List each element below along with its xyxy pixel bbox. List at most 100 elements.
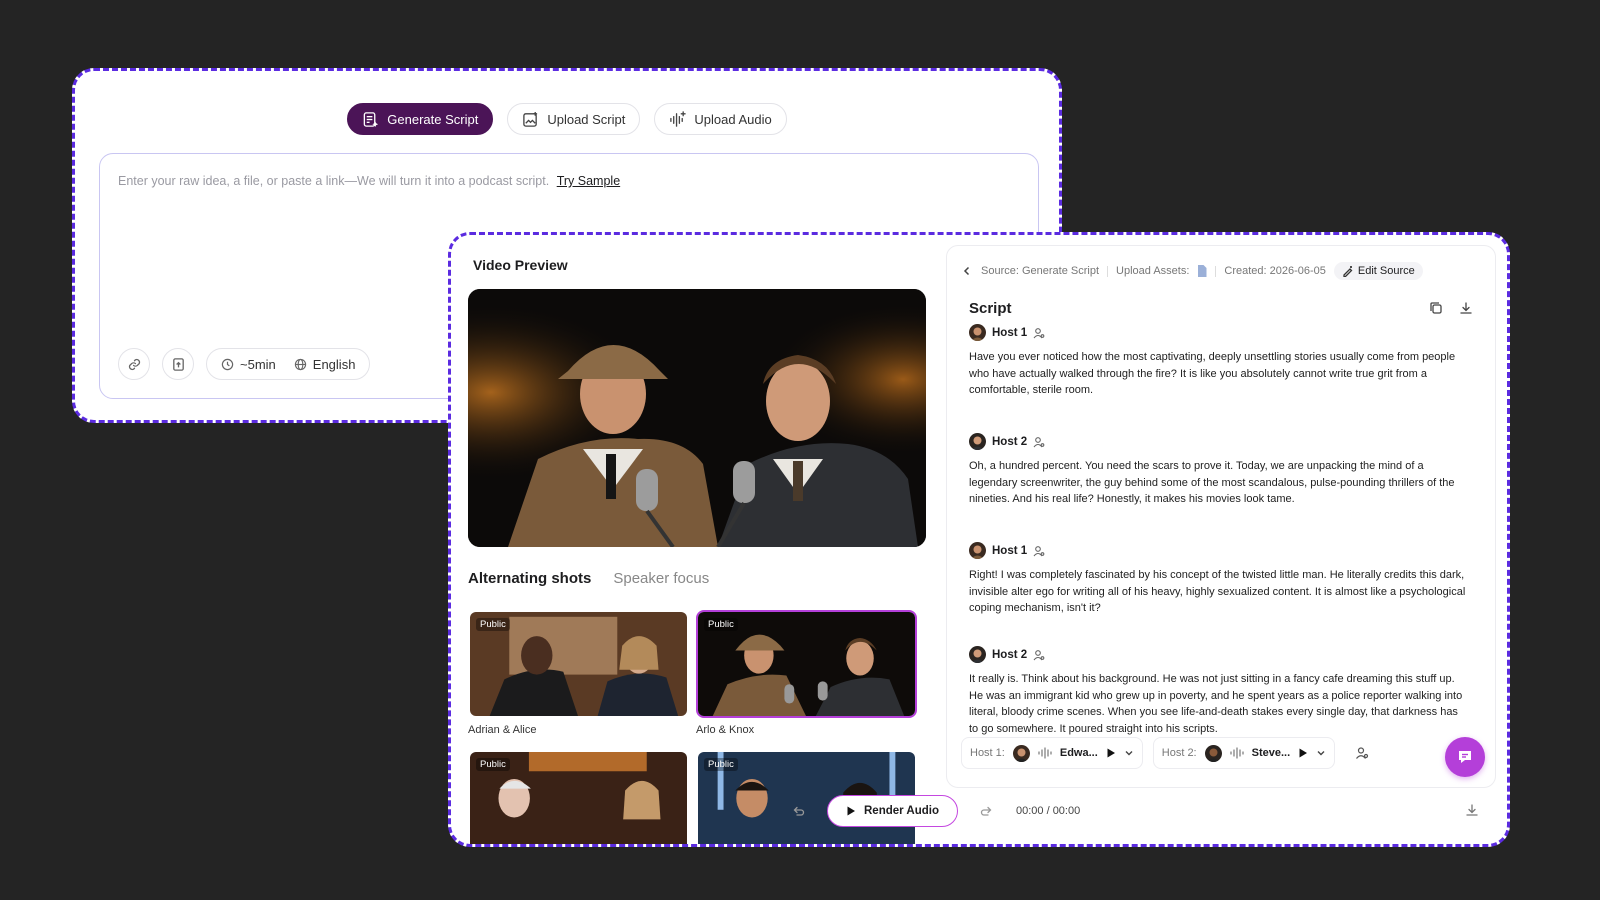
- download-audio-icon[interactable]: [1465, 803, 1479, 817]
- idea-tools: ~5min English: [118, 348, 371, 380]
- turn-text: Have you ever noticed how the most capti…: [969, 351, 1456, 396]
- play-icon[interactable]: [1298, 748, 1308, 758]
- person-settings-icon[interactable]: [1033, 327, 1045, 339]
- visibility-badge: Public: [704, 758, 738, 771]
- download-icon[interactable]: [1459, 301, 1473, 315]
- globe-icon: [294, 358, 306, 370]
- thumbnail-adrian-alice[interactable]: Public Adrian & Alice: [468, 610, 689, 736]
- waveform-icon: [1038, 747, 1052, 759]
- script-turn[interactable]: Host 1 Have you ever noticed how the mos…: [969, 324, 1469, 399]
- mode-tabs: Generate Script Upload Script Upload Aud…: [75, 103, 1059, 135]
- script-title: Script: [969, 300, 1012, 317]
- tab-speaker-focus[interactable]: Speaker focus: [613, 570, 709, 587]
- script-turn[interactable]: Host 2 It really is. Think about his bac…: [969, 646, 1469, 737]
- voice-name: Edwa...: [1059, 747, 1098, 759]
- host-label: Host 1:: [970, 747, 1005, 759]
- person-settings-icon[interactable]: [1033, 649, 1045, 661]
- tab-upload-audio[interactable]: Upload Audio: [654, 103, 787, 135]
- undo-icon[interactable]: [791, 804, 805, 818]
- chevron-down-icon[interactable]: [1316, 748, 1326, 758]
- host-avatar-image: [1204, 744, 1222, 762]
- turn-header: Host 1: [969, 324, 1469, 341]
- tab-alternating-shots[interactable]: Alternating shots: [468, 570, 591, 587]
- person-settings-icon[interactable]: [1033, 545, 1045, 557]
- turn-text: It really is. Think about his background…: [969, 673, 1463, 735]
- host-name: Host 2: [992, 435, 1028, 448]
- audio-player-bar: Render Audio 00:00 / 00:00: [791, 795, 1080, 827]
- voice-name: Steve...: [1251, 747, 1291, 759]
- thumbnail-arlo-knox[interactable]: Public Arlo & Knox: [696, 610, 917, 736]
- host-avatar: [969, 433, 986, 450]
- upload-file-button[interactable]: [162, 348, 194, 380]
- edit-source-button[interactable]: Edit Source: [1333, 262, 1423, 280]
- visibility-badge: Public: [704, 618, 738, 631]
- try-sample-link[interactable]: Try Sample: [557, 174, 620, 188]
- turn-text: Right! I was completely fascinated by hi…: [969, 569, 1466, 614]
- chevron-down-icon[interactable]: [1124, 748, 1134, 758]
- chat-assistant-button[interactable]: [1445, 737, 1485, 777]
- duration-value: ~5min: [240, 356, 276, 372]
- visibility-badge: Public: [476, 618, 510, 631]
- tab-label: Upload Audio: [694, 111, 772, 127]
- script-turn[interactable]: Host 2 Oh, a hundred percent. You need t…: [969, 433, 1469, 508]
- options-pill: ~5min English: [206, 348, 371, 380]
- person-swap-icon[interactable]: [1355, 746, 1369, 760]
- turn-header: Host 2: [969, 433, 1469, 450]
- document-icon[interactable]: [1197, 265, 1207, 277]
- divider: [1107, 265, 1109, 277]
- copy-icon[interactable]: [1429, 301, 1443, 315]
- script-actions: [1429, 301, 1473, 315]
- tab-generate-script[interactable]: Generate Script: [347, 103, 494, 135]
- podcast-hosts-image: [468, 289, 926, 547]
- time-separator: /: [1046, 805, 1050, 817]
- host2-voice-selector[interactable]: Host 2: Steve...: [1152, 737, 1336, 769]
- video-preview-frame[interactable]: [468, 289, 926, 547]
- host-avatar-image: [969, 433, 986, 450]
- chevron-left-icon[interactable]: [961, 265, 973, 277]
- waveform-icon: [1230, 747, 1244, 759]
- host-name: Host 2: [992, 648, 1028, 661]
- clock-icon: [221, 358, 234, 370]
- host-avatar-image: [969, 542, 986, 559]
- thumbnail-image: Public: [696, 610, 917, 718]
- idea-input-placeholder: Enter your raw idea, a file, or paste a …: [118, 174, 620, 188]
- edit-source-label: Edit Source: [1357, 265, 1415, 277]
- language-value: English: [312, 356, 356, 372]
- thumbnail-third[interactable]: Public: [468, 750, 689, 844]
- host-avatar: [969, 646, 986, 663]
- script-card: Source: Generate Script Upload Assets: C…: [946, 245, 1496, 788]
- visibility-badge: Public: [476, 758, 510, 771]
- attach-link-button[interactable]: [118, 348, 150, 380]
- chat-icon: [1459, 751, 1471, 763]
- video-editor-panel: Video Preview Alternating shots Speaker …: [448, 232, 1510, 847]
- person-settings-icon[interactable]: [1033, 436, 1045, 448]
- redo-icon[interactable]: [980, 804, 994, 818]
- render-audio-button[interactable]: Render Audio: [827, 795, 958, 827]
- turn-header: Host 1: [969, 542, 1469, 559]
- placeholder-text: Enter your raw idea, a file, or paste a …: [118, 174, 550, 188]
- divider: [1215, 265, 1217, 277]
- host-name: Host 1: [992, 326, 1028, 339]
- tab-label: Upload Script: [547, 111, 626, 127]
- host-avatar: [969, 542, 986, 559]
- host-name: Host 1: [992, 544, 1028, 557]
- host-avatar: [969, 324, 986, 341]
- link-icon: [128, 358, 140, 370]
- language-selector[interactable]: English: [294, 356, 356, 372]
- play-icon: [847, 806, 855, 816]
- tab-upload-script[interactable]: Upload Script: [507, 103, 641, 135]
- time-display: 00:00 / 00:00: [1016, 805, 1080, 817]
- host-label: Host 2:: [1161, 747, 1197, 759]
- waveform-icon: [670, 110, 687, 127]
- play-icon[interactable]: [1106, 748, 1116, 758]
- host1-voice-selector[interactable]: Host 1: Edwa...: [961, 737, 1143, 769]
- thumbnail-image: Public: [468, 610, 689, 718]
- duration-selector[interactable]: ~5min: [221, 357, 276, 372]
- video-preview-title: Video Preview: [473, 257, 568, 273]
- thumbnail-caption: Adrian & Alice: [468, 724, 537, 736]
- thumbnail-caption: Arlo & Knox: [696, 724, 755, 736]
- tab-label: Generate Script: [387, 111, 479, 127]
- script-turn[interactable]: Host 1 Right! I was completely fascinate…: [969, 542, 1469, 617]
- file-upload-icon: [172, 357, 184, 371]
- host-avatar-image: [969, 324, 986, 341]
